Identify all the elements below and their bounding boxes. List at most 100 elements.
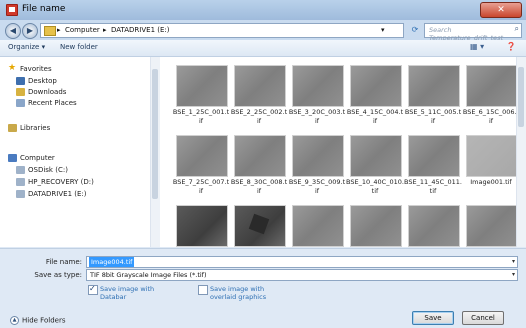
file-thumbnail[interactable] (408, 65, 460, 107)
file-thumbnail[interactable] (234, 135, 286, 177)
new-folder-button[interactable]: New folder (60, 43, 98, 51)
file-item[interactable]: BSE_7_25C_007.tif (172, 135, 230, 197)
file-thumbnail[interactable] (176, 135, 228, 177)
file-item[interactable]: BSE_3_20C_003.tif (288, 65, 346, 127)
databar-checkbox[interactable] (88, 284, 98, 295)
nav-drive-d[interactable]: HP_RECOVERY (D:) (28, 178, 94, 186)
file-thumbnail[interactable] (466, 65, 518, 107)
file-thumbnail[interactable] (350, 135, 402, 177)
refresh-icon[interactable]: ⟳ (408, 23, 422, 37)
file-name: BSE_4_15C_004.tif (346, 108, 404, 125)
filename-value[interactable]: Image004.tif (89, 257, 135, 267)
libraries-icon (8, 124, 17, 132)
drive-icon (16, 178, 25, 186)
file-name: BSE_5_11C_005.tif (404, 108, 462, 125)
file-thumbnail[interactable] (466, 135, 518, 177)
nav-drive-c[interactable]: OSDisk (C:) (28, 166, 68, 174)
file-thumbnail[interactable] (176, 65, 228, 107)
file-thumbnail[interactable] (466, 205, 518, 247)
chevron-down-icon[interactable]: ▾ (512, 258, 515, 265)
chevron-down-icon[interactable]: ▾ (512, 271, 515, 278)
drive-icon (16, 190, 25, 198)
scroll-thumb[interactable] (518, 67, 524, 127)
file-thumbnail[interactable] (292, 205, 344, 247)
breadcrumb-computer[interactable]: Computer (65, 26, 100, 34)
title-bar: File name ✕ (0, 0, 526, 20)
file-thumbnail[interactable] (234, 65, 286, 107)
chevron-right-icon: ▸ (57, 26, 61, 34)
file-item[interactable]: BSE_9_35C_009.tif (288, 135, 346, 197)
file-item[interactable]: BSE_4_15C_004.tif (346, 65, 404, 127)
nav-libraries[interactable]: Libraries (20, 124, 50, 132)
file-item[interactable]: BSE_2_25C_002.tif (230, 65, 288, 127)
nav-scrollbar[interactable] (150, 57, 160, 247)
file-item[interactable]: BSE_11_45C_011.tif (404, 135, 462, 197)
nav-favorites[interactable]: Favorites (20, 65, 52, 73)
databar-option-label: Save image with Databar (100, 285, 155, 301)
file-name: BSE_8_30C_008.tif (230, 178, 288, 195)
filename-input[interactable]: Image004.tif ▾ (86, 256, 518, 268)
file-item[interactable]: BSE_6_15C_006.tif (462, 65, 520, 127)
file-thumbnail[interactable] (408, 205, 460, 247)
hide-folders-label: Hide Folders (22, 316, 66, 325)
search-input[interactable]: Search Temperature_drift_test ⌕ (424, 23, 522, 42)
nav-desktop[interactable]: Desktop (28, 77, 57, 85)
file-name: BSE_1_25C_001.tif (172, 108, 230, 125)
file-item[interactable]: BSE_8_30C_008.tif (230, 135, 288, 197)
filename-label: File name: (45, 258, 82, 266)
file-name: BSE_2_25C_002.tif (230, 108, 288, 125)
chevron-right-icon: ▸ (103, 26, 107, 34)
breadcrumb-drive[interactable]: DATADRIVE1 (E:) (111, 26, 170, 34)
scroll-thumb[interactable] (152, 69, 158, 199)
file-thumbnail[interactable] (234, 205, 286, 247)
overlay-option-label: Save image with overlaid graphics (210, 285, 267, 301)
nav-computer[interactable]: Computer (20, 154, 55, 162)
file-name: BSE_6_15C_006.tif (462, 108, 520, 125)
file-thumbnail[interactable] (292, 135, 344, 177)
nav-recent-places[interactable]: Recent Places (28, 99, 77, 107)
toolbar: Organize ▾ New folder ▦ ▾ ❓ (0, 40, 526, 57)
savetype-select[interactable]: TIF 8bit Grayscale Image Files (*.tif) ▾ (86, 269, 518, 281)
file-name: BSE_10_40C_010.tif (346, 178, 404, 195)
file-thumbnail[interactable] (350, 65, 402, 107)
desktop-icon (16, 77, 25, 85)
file-thumbnail[interactable] (292, 65, 344, 107)
file-list: BSE_1_25C_001.tif BSE_2_25C_002.tif BSE_3_… (160, 57, 519, 256)
view-options-icon[interactable]: ▦ ▾ (470, 42, 484, 51)
chevron-up-icon: ▲ (10, 316, 19, 325)
file-item[interactable]: Image001.tif (462, 135, 520, 197)
save-dialog: File name ✕ ◀ ▶ ▸ Computer ▸ DATADRIVE1 … (0, 0, 526, 328)
file-item[interactable]: BSE_5_11C_005.tif (404, 65, 462, 127)
close-button[interactable]: ✕ (480, 2, 522, 18)
file-thumbnail[interactable] (408, 135, 460, 177)
address-bar[interactable]: ▸ Computer ▸ DATADRIVE1 (E:) ▾ (40, 23, 404, 38)
help-icon[interactable]: ❓ (506, 42, 516, 51)
address-dropdown-icon[interactable]: ▾ (381, 26, 385, 34)
nav-downloads[interactable]: Downloads (28, 88, 66, 96)
drive-icon (16, 166, 25, 174)
savetype-label: Save as type: (34, 271, 82, 279)
file-thumbnail[interactable] (176, 205, 228, 247)
file-thumbnail[interactable] (350, 205, 402, 247)
organize-button[interactable]: Organize ▾ (8, 43, 45, 51)
app-icon (6, 4, 18, 16)
window-title: File name (22, 4, 66, 14)
nav-drive-e[interactable]: DATADRIVE1 (E:) (28, 190, 87, 198)
search-icon[interactable]: ⌕ (515, 24, 519, 34)
overlay-checkbox[interactable] (198, 285, 208, 295)
save-button[interactable]: Save (412, 311, 454, 325)
navigation-pane: ★ Favorites Desktop Downloads Recent Pla… (0, 57, 155, 247)
address-row: ◀ ▶ ▸ Computer ▸ DATADRIVE1 (E:) ▾ ⟳ Sea… (0, 20, 526, 42)
hide-folders-button[interactable]: ▲ Hide Folders (10, 316, 65, 325)
file-name: BSE_3_20C_003.tif (288, 108, 346, 125)
file-item[interactable]: BSE_10_40C_010.tif (346, 135, 404, 197)
file-name: BSE_7_25C_007.tif (172, 178, 230, 195)
file-item[interactable]: BSE_1_25C_001.tif (172, 65, 230, 127)
cancel-button[interactable]: Cancel (462, 311, 504, 325)
savetype-value: TIF 8bit Grayscale Image Files (*.tif) (90, 271, 207, 279)
back-button[interactable]: ◀ (5, 23, 21, 39)
content-scrollbar[interactable] (516, 57, 526, 247)
star-icon: ★ (8, 63, 17, 73)
downloads-icon (16, 88, 25, 96)
forward-button[interactable]: ▶ (22, 23, 38, 39)
